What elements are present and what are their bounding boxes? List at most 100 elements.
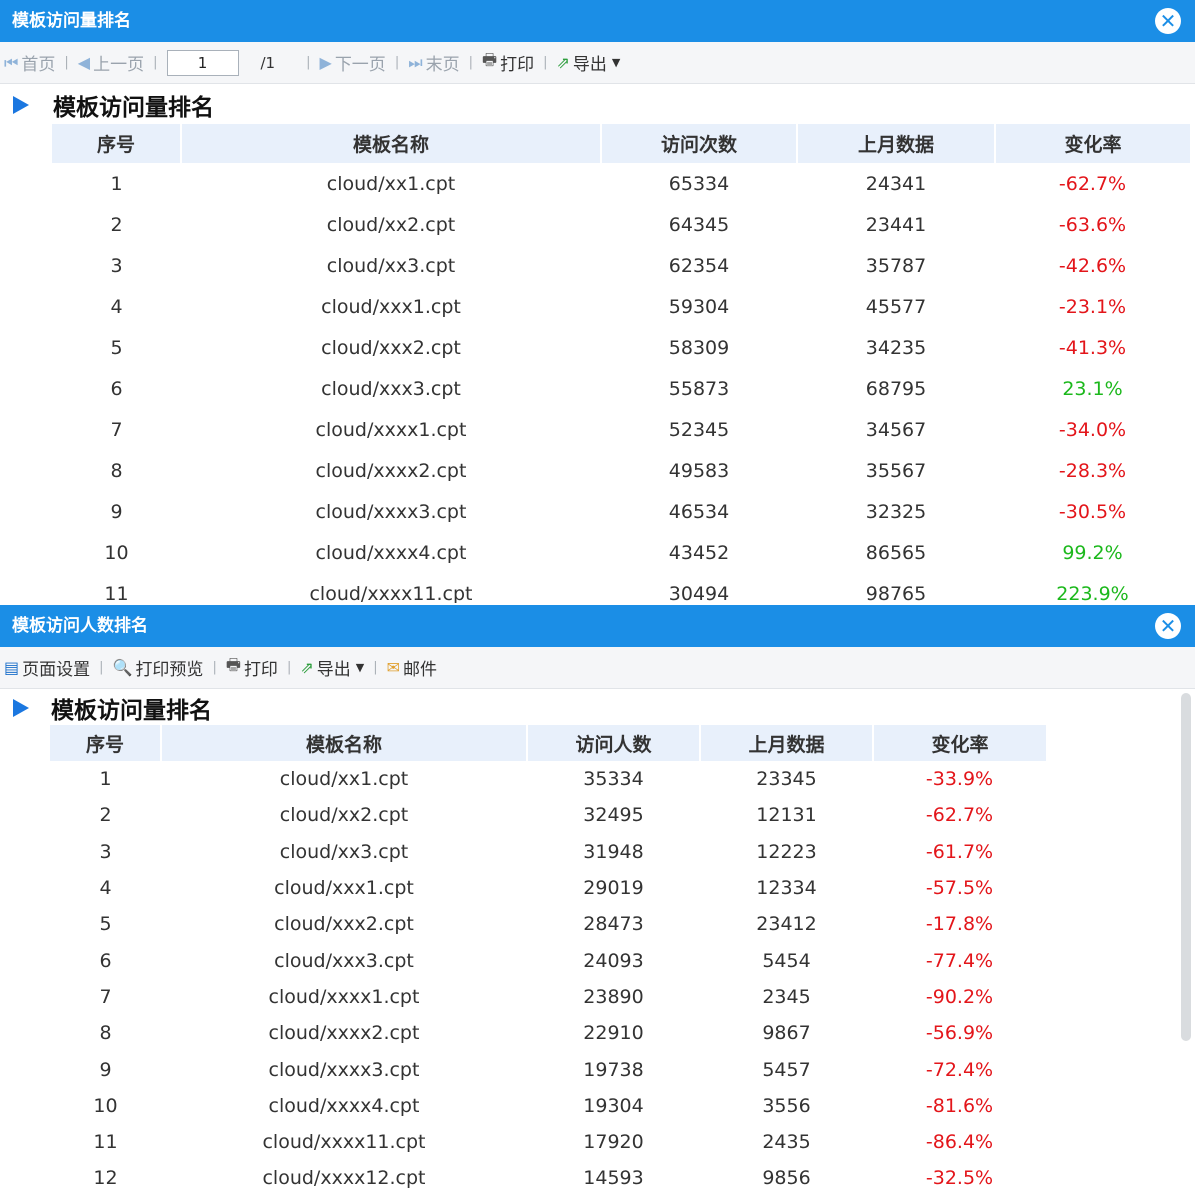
last-month-cell: 2435 — [762, 1131, 811, 1154]
visits-cell: 35334 — [583, 768, 644, 791]
last-month-cell: 3556 — [762, 1094, 811, 1117]
toolbar-separator: | — [543, 55, 548, 70]
template-name-cell: cloud/xxxx12.cpt — [262, 1167, 426, 1190]
change-rate-cell: -63.6% — [1058, 213, 1127, 236]
template-name-cell: cloud/xxxx1.cpt — [268, 985, 420, 1008]
visits-cell: 19304 — [583, 1094, 644, 1117]
visits-cell: 64345 — [668, 213, 730, 236]
page-setup-button[interactable]: ▤ 页面设置 — [4, 655, 90, 680]
vertical-scrollbar[interactable] — [1181, 693, 1191, 1041]
row-number-cell: 13 — [50, 1197, 161, 1203]
toolbar-separator: | — [373, 660, 378, 675]
column-header-last-month: 上月数据 — [700, 725, 874, 761]
export-button[interactable]: ⇗ 导出 ▼ — [300, 655, 364, 680]
next-page-icon: ▶ — [319, 53, 332, 72]
template-name-cell: cloud/xx2.cpt — [279, 804, 409, 827]
row-number-cell: 3 — [110, 254, 123, 277]
visits-cell: 59304 — [668, 295, 730, 318]
last-month-cell: 12223 — [756, 840, 817, 863]
table-row: 10 cloud/xxxx4.cpt 19304 3556 -81.6% — [50, 1088, 1046, 1124]
table-row: 7 cloud/xxxx1.cpt 23890 2345 -90.2% — [50, 979, 1046, 1015]
change-rate-cell: 23.1% — [1062, 377, 1123, 400]
page-setup-icon: ▤ — [4, 658, 20, 677]
page-number-input[interactable] — [166, 49, 239, 76]
row-number-cell: 6 — [99, 949, 112, 972]
visits-cell: 62354 — [668, 254, 730, 277]
panel-title: 模板访问人数排名 — [12, 616, 148, 636]
last-page-button[interactable]: ⏭ 末页 — [408, 50, 459, 76]
last-month-cell: 34235 — [865, 336, 927, 359]
visits-cell: 31948 — [583, 840, 644, 863]
close-icon[interactable]: ✕ — [1155, 8, 1181, 34]
column-header-no: 序号 — [50, 725, 162, 761]
table-row: 6 cloud/xxx3.cpt 55873 68795 23.1% — [52, 368, 1190, 409]
change-rate-cell: -56.9% — [925, 1022, 994, 1045]
next-page-button[interactable]: ▶ 下一页 — [320, 50, 386, 75]
report-toolbar: ⏮ 首页 | ◀ 上一页 | /1 | ▶ 下一页 | ⏭ 末页 | 🖶 打印 … — [0, 42, 1195, 84]
last-month-cell: 32325 — [865, 500, 927, 523]
table-row: 2 cloud/xx2.cpt 32495 12131 -62.7% — [50, 797, 1046, 833]
prev-page-button[interactable]: ◀ 上一页 — [78, 50, 144, 75]
table-row: 9 cloud/xxxx3.cpt 19738 5457 -72.4% — [50, 1051, 1046, 1087]
row-number-cell: 8 — [99, 1022, 112, 1045]
print-preview-icon: 🔍 — [112, 658, 133, 677]
report-toolbar: ▤ 页面设置 | 🔍 打印预览 | 🖶 打印 | ⇗ 导出 ▼ | ✉ 邮件 — [0, 647, 1195, 689]
last-month-cell: 24341 — [865, 172, 927, 195]
row-number-cell: 7 — [110, 418, 123, 441]
visits-cell: 55873 — [668, 377, 730, 400]
visits-cell: 43452 — [668, 541, 730, 564]
visits-cell: 30494 — [668, 582, 730, 604]
last-month-cell: 45577 — [865, 295, 927, 318]
toolbar-separator: | — [99, 660, 104, 675]
visitor-count-ranking-panel: 模板访问人数排名 ✕ ▤ 页面设置 | 🔍 打印预览 | 🖶 打印 | ⇗ 导出… — [0, 605, 1195, 1203]
last-month-cell: 23345 — [756, 768, 817, 791]
last-month-cell: 35787 — [865, 254, 927, 277]
template-name-cell: cloud/xxxx1.cpt — [315, 418, 467, 441]
column-header-change-rate: 变化率 — [873, 725, 1046, 761]
change-rate-cell: -42.6% — [1058, 254, 1127, 277]
template-name-cell: cloud/xxxx4.cpt — [315, 541, 467, 564]
print-button[interactable]: 🖶 打印 — [482, 49, 534, 76]
change-rate-cell: -33.9% — [925, 768, 994, 791]
export-button[interactable]: ⇗ 导出 ▼ — [557, 50, 621, 75]
change-rate-cell: -72.4% — [925, 1058, 994, 1081]
row-number-cell: 12 — [93, 1167, 118, 1190]
visits-cell: 22910 — [583, 1022, 644, 1045]
print-preview-button[interactable]: 🔍 打印预览 — [113, 655, 204, 680]
visits-cell: 23890 — [583, 985, 644, 1008]
first-page-button[interactable]: ⏮ 首页 — [4, 50, 55, 76]
table-row: 12 cloud/xxxx12.cpt 14593 9856 -32.5% — [50, 1160, 1046, 1196]
close-icon[interactable]: ✕ — [1155, 613, 1181, 639]
last-month-cell: 12131 — [756, 804, 817, 827]
table-row: 2 cloud/xx2.cpt 64345 23441 -63.6% — [52, 204, 1190, 245]
column-header-no: 序号 — [52, 124, 182, 163]
toolbar-separator: | — [306, 55, 311, 70]
change-rate-cell: -86.4% — [925, 1131, 994, 1154]
play-arrow-icon — [13, 699, 29, 717]
change-rate-cell: -90.2% — [925, 985, 994, 1008]
panel-titlebar: 模板访问量排名 ✕ — [0, 0, 1195, 42]
change-rate-cell: -30.5% — [1058, 500, 1127, 523]
last-month-cell: 12334 — [756, 877, 817, 900]
change-rate-cell: -28.3% — [1058, 459, 1127, 482]
visits-cell: 49583 — [668, 459, 730, 482]
template-name-cell: cloud/xxxx2.cpt — [268, 1022, 420, 1045]
export-icon: ⇗ — [556, 53, 570, 72]
template-name-cell: cloud/xx2.cpt — [326, 213, 456, 236]
printer-icon: 🖶 — [482, 50, 498, 69]
visits-cell: 24093 — [583, 949, 644, 972]
print-button[interactable]: 🖶 打印 — [226, 654, 278, 681]
template-name-cell: cloud/xxxx4.cpt — [268, 1094, 420, 1117]
last-month-cell: 98765 — [865, 582, 927, 604]
row-number-cell: 1 — [99, 768, 112, 791]
template-name-cell: cloud/xxxx3.cpt — [315, 500, 467, 523]
table-row: 5 cloud/xxx2.cpt 58309 34235 -41.3% — [52, 327, 1190, 368]
row-number-cell: 7 — [99, 985, 112, 1008]
change-rate-cell: 223.9% — [1056, 582, 1129, 604]
visits-cell: 14593 — [583, 1167, 644, 1190]
table-header-row: 序号 模板名称 访问人数 上月数据 变化率 — [50, 725, 1046, 761]
first-page-icon: ⏮ — [4, 52, 19, 72]
row-number-cell: 3 — [99, 840, 112, 863]
visits-cell: 12039 — [527, 1197, 700, 1203]
mail-button[interactable]: ✉ 邮件 — [387, 655, 437, 680]
